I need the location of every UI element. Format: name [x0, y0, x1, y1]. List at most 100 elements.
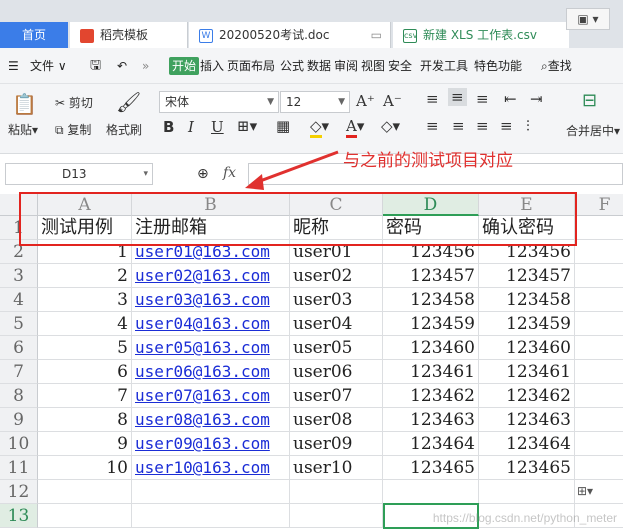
- header-cell[interactable]: 测试用例: [38, 216, 132, 240]
- undo-icon[interactable]: ↶: [117, 57, 127, 75]
- data-cell[interactable]: user09@163.com: [132, 432, 290, 456]
- column-header-a[interactable]: A: [38, 194, 132, 216]
- merge-center-icon[interactable]: ⊟: [582, 90, 597, 111]
- tab-csv-file[interactable]: csv 新建 XLS 工作表.csv: [393, 22, 569, 48]
- data-cell[interactable]: 123457: [383, 264, 479, 288]
- data-cell[interactable]: 123464: [479, 432, 575, 456]
- distribute-icon[interactable]: ⫶: [526, 117, 530, 135]
- data-cell[interactable]: 8: [38, 408, 132, 432]
- menu-security[interactable]: 安全: [388, 57, 412, 75]
- data-cell[interactable]: 123463: [383, 408, 479, 432]
- font-name-select[interactable]: 宋体 ▼: [159, 91, 279, 113]
- copy-button[interactable]: ⧉ 复制: [55, 121, 91, 138]
- data-cell[interactable]: 123463: [479, 408, 575, 432]
- header-cell[interactable]: 注册邮箱: [132, 216, 290, 240]
- data-cell[interactable]: user06@163.com: [132, 360, 290, 384]
- row-header[interactable]: 4: [0, 288, 38, 312]
- data-cell[interactable]: user03@163.com: [132, 288, 290, 312]
- paste-options-icon[interactable]: ⊞▾: [577, 484, 607, 504]
- cell[interactable]: [575, 360, 623, 384]
- data-cell[interactable]: user02: [290, 264, 383, 288]
- data-cell[interactable]: user04: [290, 312, 383, 336]
- cell[interactable]: [575, 456, 623, 480]
- decrease-font-icon[interactable]: A⁻: [383, 92, 402, 110]
- data-cell[interactable]: 123458: [479, 288, 575, 312]
- data-cell[interactable]: 3: [38, 288, 132, 312]
- name-box[interactable]: D13 ▾: [5, 163, 153, 185]
- align-left-icon[interactable]: ≡: [426, 117, 439, 135]
- zoom-formula-icon[interactable]: ⊕: [197, 166, 209, 182]
- cell[interactable]: [38, 480, 132, 504]
- header-cell[interactable]: 昵称: [290, 216, 383, 240]
- data-cell[interactable]: 7: [38, 384, 132, 408]
- data-cell[interactable]: 123460: [383, 336, 479, 360]
- cell[interactable]: [575, 240, 623, 264]
- data-cell[interactable]: user02@163.com: [132, 264, 290, 288]
- data-cell[interactable]: 123459: [383, 312, 479, 336]
- data-cell[interactable]: user08@163.com: [132, 408, 290, 432]
- data-cell[interactable]: 123457: [479, 264, 575, 288]
- cell[interactable]: [290, 480, 383, 504]
- menu-insert[interactable]: 插入: [200, 57, 224, 75]
- row-header[interactable]: 6: [0, 336, 38, 360]
- data-cell[interactable]: user01: [290, 240, 383, 264]
- align-top-icon[interactable]: ≡: [426, 90, 439, 108]
- menu-home[interactable]: 开始: [169, 57, 200, 75]
- data-cell[interactable]: 6: [38, 360, 132, 384]
- row-header[interactable]: 5: [0, 312, 38, 336]
- cell[interactable]: [575, 384, 623, 408]
- row-header[interactable]: 12: [0, 480, 38, 504]
- italic-icon[interactable]: I: [188, 118, 194, 136]
- data-cell[interactable]: 123458: [383, 288, 479, 312]
- border-icon[interactable]: ⊞▾: [237, 117, 257, 135]
- data-cell[interactable]: user10@163.com: [132, 456, 290, 480]
- cell[interactable]: [290, 504, 383, 528]
- format-painter-icon[interactable]: 🖌: [116, 90, 141, 114]
- row-header[interactable]: 9: [0, 408, 38, 432]
- bold-icon[interactable]: B: [163, 118, 174, 136]
- cell[interactable]: [575, 216, 623, 240]
- clear-format-icon[interactable]: ◇▾: [381, 117, 400, 135]
- data-cell[interactable]: user05: [290, 336, 383, 360]
- tab-docer-templates[interactable]: 稻壳模板: [70, 22, 188, 48]
- increase-font-icon[interactable]: A⁺: [356, 92, 375, 110]
- cut-button[interactable]: ✂ 剪切: [55, 94, 93, 111]
- more-chevron-icon[interactable]: »: [142, 57, 149, 75]
- header-cell[interactable]: 确认密码: [479, 216, 575, 240]
- data-cell[interactable]: 123462: [383, 384, 479, 408]
- data-cell[interactable]: 123456: [383, 240, 479, 264]
- data-cell[interactable]: 4: [38, 312, 132, 336]
- data-cell[interactable]: user09: [290, 432, 383, 456]
- font-color-icon[interactable]: A▾: [346, 117, 364, 138]
- data-cell[interactable]: 123459: [479, 312, 575, 336]
- row-header[interactable]: 3: [0, 264, 38, 288]
- window-menu-icon[interactable]: ▣ ▾: [566, 8, 610, 30]
- data-cell[interactable]: user03: [290, 288, 383, 312]
- menu-review[interactable]: 审阅: [334, 57, 358, 75]
- data-cell[interactable]: user07@163.com: [132, 384, 290, 408]
- align-bottom-icon[interactable]: ≡: [476, 90, 489, 108]
- cell[interactable]: [575, 336, 623, 360]
- fx-icon[interactable]: fx: [223, 165, 236, 181]
- merge-center-button[interactable]: 合并居中▾: [566, 122, 620, 139]
- data-cell[interactable]: user04@163.com: [132, 312, 290, 336]
- indent-decrease-icon[interactable]: ⇤: [504, 90, 517, 108]
- data-cell[interactable]: user10: [290, 456, 383, 480]
- row-header[interactable]: 1: [0, 216, 38, 240]
- hamburger-icon[interactable]: ☰: [8, 57, 19, 75]
- data-cell[interactable]: user07: [290, 384, 383, 408]
- fill-color-icon[interactable]: ◇▾: [310, 117, 329, 138]
- header-cell[interactable]: 密码: [383, 216, 479, 240]
- paste-button[interactable]: 粘贴▾: [8, 121, 38, 138]
- data-cell[interactable]: user01@163.com: [132, 240, 290, 264]
- row-header[interactable]: 7: [0, 360, 38, 384]
- data-cell[interactable]: 123462: [479, 384, 575, 408]
- data-cell[interactable]: user06: [290, 360, 383, 384]
- monitor-icon[interactable]: ▭: [371, 22, 382, 48]
- column-header-d[interactable]: D: [383, 194, 479, 216]
- data-cell[interactable]: 123464: [383, 432, 479, 456]
- font-size-select[interactable]: 12 ▼: [280, 91, 350, 113]
- menu-file[interactable]: 文件 ∨: [30, 57, 67, 75]
- menu-formula[interactable]: 公式: [280, 57, 304, 75]
- data-cell[interactable]: 123465: [479, 456, 575, 480]
